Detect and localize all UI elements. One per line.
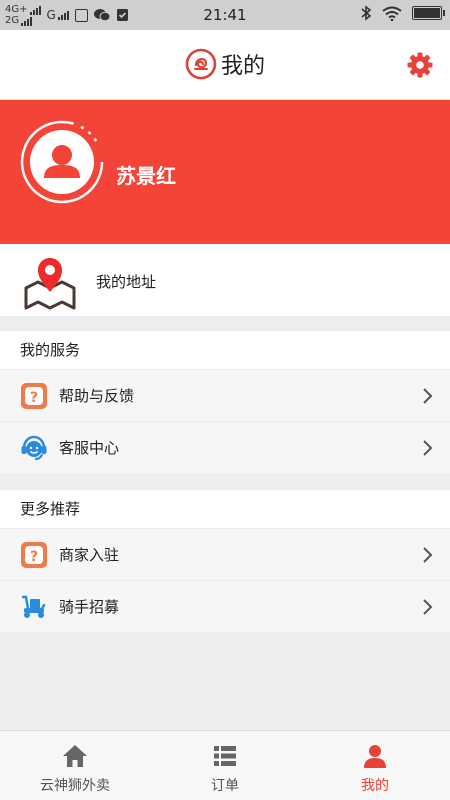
chevron-right-icon [423,440,433,456]
services-section: 我的服务 ? 帮助与反馈 客服中心 [0,331,450,473]
customer-service-icon [21,435,47,460]
map-pin-icon [24,258,76,310]
chevron-right-icon [423,599,433,615]
chevron-right-icon [423,547,433,563]
page-title: 我的 [220,54,265,79]
avatar-icon[interactable] [20,120,104,204]
section-title: 我的服务 [0,331,450,369]
help-feedback-row[interactable]: ? 帮助与反馈 [0,369,450,421]
row-label: 帮助与反馈 [59,387,135,405]
svg-text:?: ? [30,390,38,406]
chevron-right-icon [423,388,433,404]
gear-icon[interactable] [406,51,434,79]
list-icon [214,746,236,766]
merchant-join-row[interactable]: ? 商家入驻 [0,528,450,580]
help-question-icon: ? [21,383,47,409]
rider-recruit-row[interactable]: 骑手招募 [0,580,450,632]
app-header: 我的 [0,30,450,100]
bluetooth-icon [361,5,372,21]
nav-item-orders[interactable]: 订单 [150,731,300,800]
lion-logo-icon [185,48,217,80]
nav-item-mine[interactable]: 我的 [300,731,450,800]
nav-label: 订单 [211,778,239,794]
row-label: 骑手招募 [59,598,120,616]
profile-banner[interactable]: 苏景红 [0,100,450,244]
row-label: 商家入驻 [59,546,120,564]
customer-service-row[interactable]: 客服中心 [0,421,450,473]
header-title-group: 我的 [0,48,450,80]
nav-label: 我的 [361,778,389,794]
svg-text:?: ? [30,549,38,565]
my-address-row[interactable]: 我的地址 [0,244,450,316]
nav-label: 云神狮外卖 [40,778,110,794]
nav-item-home[interactable]: 云神狮外卖 [0,731,150,800]
home-icon [63,745,87,767]
row-label: 客服中心 [59,439,120,457]
recommend-section: 更多推荐 ? 商家入驻 骑手招募 [0,490,450,632]
status-bar: 4G+ 2G G 21:41 [0,0,450,30]
help-question-icon: ? [21,542,47,568]
section-title: 更多推荐 [0,490,450,528]
user-icon [364,745,386,768]
wifi-icon [382,6,402,21]
battery-icon [412,6,445,20]
bottom-nav: 云神狮外卖 订单 我的 [0,730,450,800]
address-label: 我的地址 [96,273,157,291]
scooter-icon [21,595,46,618]
user-name: 苏景红 [116,164,176,188]
status-right [360,5,445,21]
